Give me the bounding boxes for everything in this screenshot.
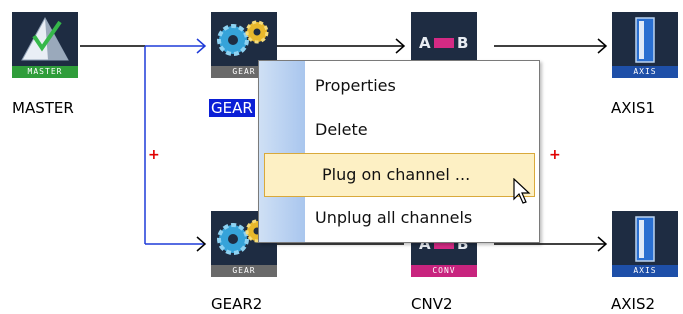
axis1-node[interactable]: AXIS	[612, 12, 678, 78]
gears-icon	[217, 20, 269, 56]
menu-item-delete[interactable]: Delete	[315, 117, 535, 143]
menu-item-properties[interactable]: Properties	[315, 73, 535, 99]
menu-icon-gutter	[259, 61, 305, 242]
junction-plus-right[interactable]: +	[549, 148, 561, 162]
menu-item-unplug-all-channels[interactable]: Unplug all channels	[315, 205, 535, 231]
axis1-badge: AXIS	[612, 66, 678, 78]
master-triangle-icon	[21, 16, 69, 61]
gear2-caption: GEAR2	[211, 295, 263, 313]
axis2-badge: AXIS	[612, 265, 678, 277]
gear1-caption[interactable]: GEAR	[209, 99, 255, 117]
master-badge: MASTER	[12, 66, 78, 78]
master-caption: MASTER	[12, 99, 74, 117]
menu-item-plug-on-channel[interactable]: Plug on channel ...	[264, 153, 535, 197]
gear2-badge: GEAR	[211, 265, 277, 277]
axis-device-icon	[635, 17, 655, 63]
conv1-badge-b: B	[457, 34, 469, 52]
axis1-caption: AXIS1	[611, 99, 656, 117]
axis2-node[interactable]: AXIS	[612, 211, 678, 277]
master-node[interactable]: MASTER	[12, 12, 78, 78]
context-menu: Properties Delete Plug on channel ... Un…	[258, 60, 540, 243]
converter-ab-icon: A B	[411, 32, 477, 54]
axis-device-icon	[635, 216, 655, 262]
converter-bar-icon	[434, 38, 454, 48]
junction-plus-left[interactable]: +	[148, 148, 160, 162]
conv2-caption: CNV2	[411, 295, 453, 313]
mouse-cursor-icon	[513, 178, 531, 204]
conv1-badge-a: A	[419, 34, 431, 52]
conv2-badge: CONV	[411, 265, 477, 277]
axis2-caption: AXIS2	[611, 295, 656, 313]
